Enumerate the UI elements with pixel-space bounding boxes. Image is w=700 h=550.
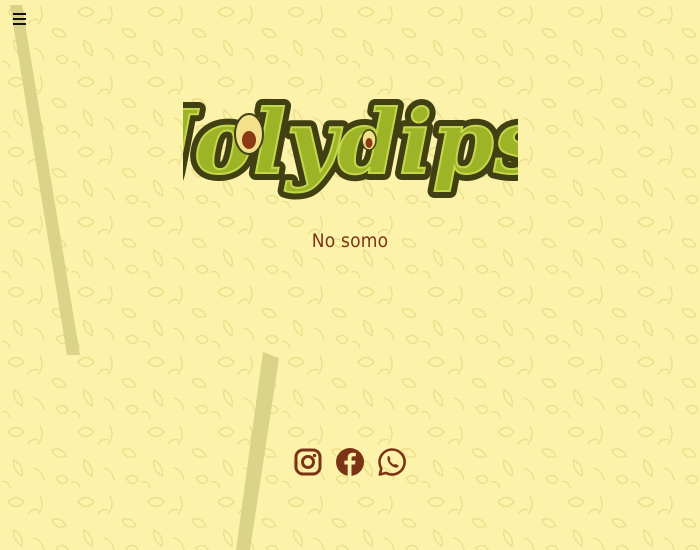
instagram-link[interactable] (293, 444, 323, 480)
facebook-icon (336, 448, 364, 476)
jolydips-logo: Jolydips Jolydips (183, 83, 518, 201)
facebook-link[interactable] (335, 444, 365, 480)
whatsapp-icon (378, 448, 406, 476)
whatsapp-link[interactable] (377, 444, 407, 480)
social-links (0, 444, 700, 480)
hamburger-icon (13, 13, 26, 15)
page-subtitle: No somo (311, 230, 389, 252)
svg-text:Jolydips: Jolydips (183, 90, 518, 194)
menu-button[interactable] (13, 13, 27, 27)
instagram-icon (294, 448, 322, 476)
